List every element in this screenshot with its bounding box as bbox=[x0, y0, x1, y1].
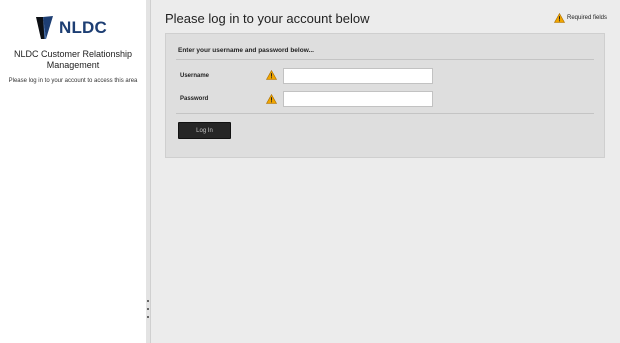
app-title: NLDC Customer Relationship Management bbox=[13, 49, 133, 70]
password-field[interactable] bbox=[283, 91, 433, 107]
splitter-grip-dot bbox=[147, 300, 149, 302]
login-instructions: Enter your username and password below..… bbox=[178, 47, 314, 54]
divider bbox=[176, 59, 594, 60]
warning-icon bbox=[266, 70, 277, 80]
username-label: Username bbox=[180, 73, 210, 79]
warning-icon bbox=[554, 13, 565, 23]
password-label: Password bbox=[180, 96, 209, 102]
nldc-logo: NLDC bbox=[35, 14, 115, 42]
login-button[interactable]: Log In bbox=[178, 122, 231, 139]
divider bbox=[176, 113, 594, 114]
nldc-logo-icon bbox=[36, 16, 53, 39]
sidebar-splitter[interactable] bbox=[146, 0, 151, 343]
logo-text: NLDC bbox=[59, 18, 108, 37]
splitter-grip-dot bbox=[147, 308, 149, 310]
required-fields-label: Required fields bbox=[567, 15, 608, 21]
required-fields-note: Required fields bbox=[554, 13, 607, 23]
sidebar: NLDC NLDC Customer Relationship Manageme… bbox=[0, 0, 147, 343]
splitter-grip-dot bbox=[147, 316, 149, 318]
login-panel: Enter your username and password below..… bbox=[165, 33, 605, 158]
username-field[interactable] bbox=[283, 68, 433, 84]
page-title: Please log in to your account below bbox=[165, 11, 370, 26]
sidebar-login-message: Please log in to your account to access … bbox=[8, 78, 138, 84]
warning-icon bbox=[266, 94, 277, 104]
